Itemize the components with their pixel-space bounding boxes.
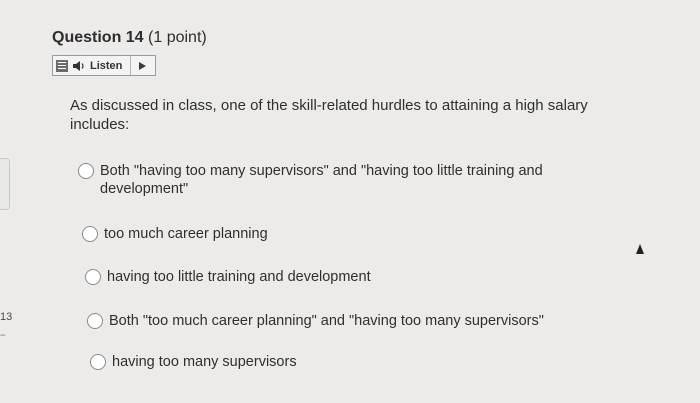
answer-option-4[interactable]: Both "too much career planning" and "hav…: [87, 312, 559, 330]
radio-button[interactable]: [87, 313, 103, 329]
listen-widget[interactable]: Listen: [52, 55, 156, 76]
radio-button[interactable]: [82, 226, 98, 242]
speaker-icon: [73, 60, 84, 71]
answer-option-label[interactable]: too much career planning: [104, 225, 554, 243]
question-points: (1 point): [148, 29, 207, 46]
mouse-cursor: [636, 244, 644, 254]
answer-option-1[interactable]: Both "having too many supervisors" and "…: [78, 162, 550, 198]
side-status-mark: --: [0, 330, 6, 341]
answer-option-label[interactable]: having too many supervisors: [112, 353, 562, 371]
listen-label[interactable]: Listen: [90, 60, 122, 72]
play-icon[interactable]: [139, 61, 147, 70]
answer-option-label[interactable]: Both "too much career planning" and "hav…: [109, 312, 559, 330]
menu-icon[interactable]: [56, 59, 68, 72]
question-prompt: As discussed in class, one of the skill-…: [70, 97, 588, 133]
radio-button[interactable]: [85, 269, 101, 285]
question-title: Question 14: [52, 29, 144, 46]
side-tab[interactable]: [0, 158, 10, 210]
answer-option-3[interactable]: having too little training and developme…: [85, 268, 557, 286]
answer-option-5[interactable]: having too many supervisors: [90, 353, 562, 371]
listen-divider: [130, 56, 132, 75]
answer-option-label[interactable]: Both "having too many supervisors" and "…: [100, 162, 550, 198]
side-question-number[interactable]: 13: [0, 311, 12, 323]
answer-option-2[interactable]: too much career planning: [82, 225, 554, 243]
radio-button[interactable]: [78, 163, 94, 179]
answer-option-label[interactable]: having too little training and developme…: [107, 268, 557, 286]
radio-button[interactable]: [90, 354, 106, 370]
question-header: Question 14 (1 point): [52, 29, 207, 47]
